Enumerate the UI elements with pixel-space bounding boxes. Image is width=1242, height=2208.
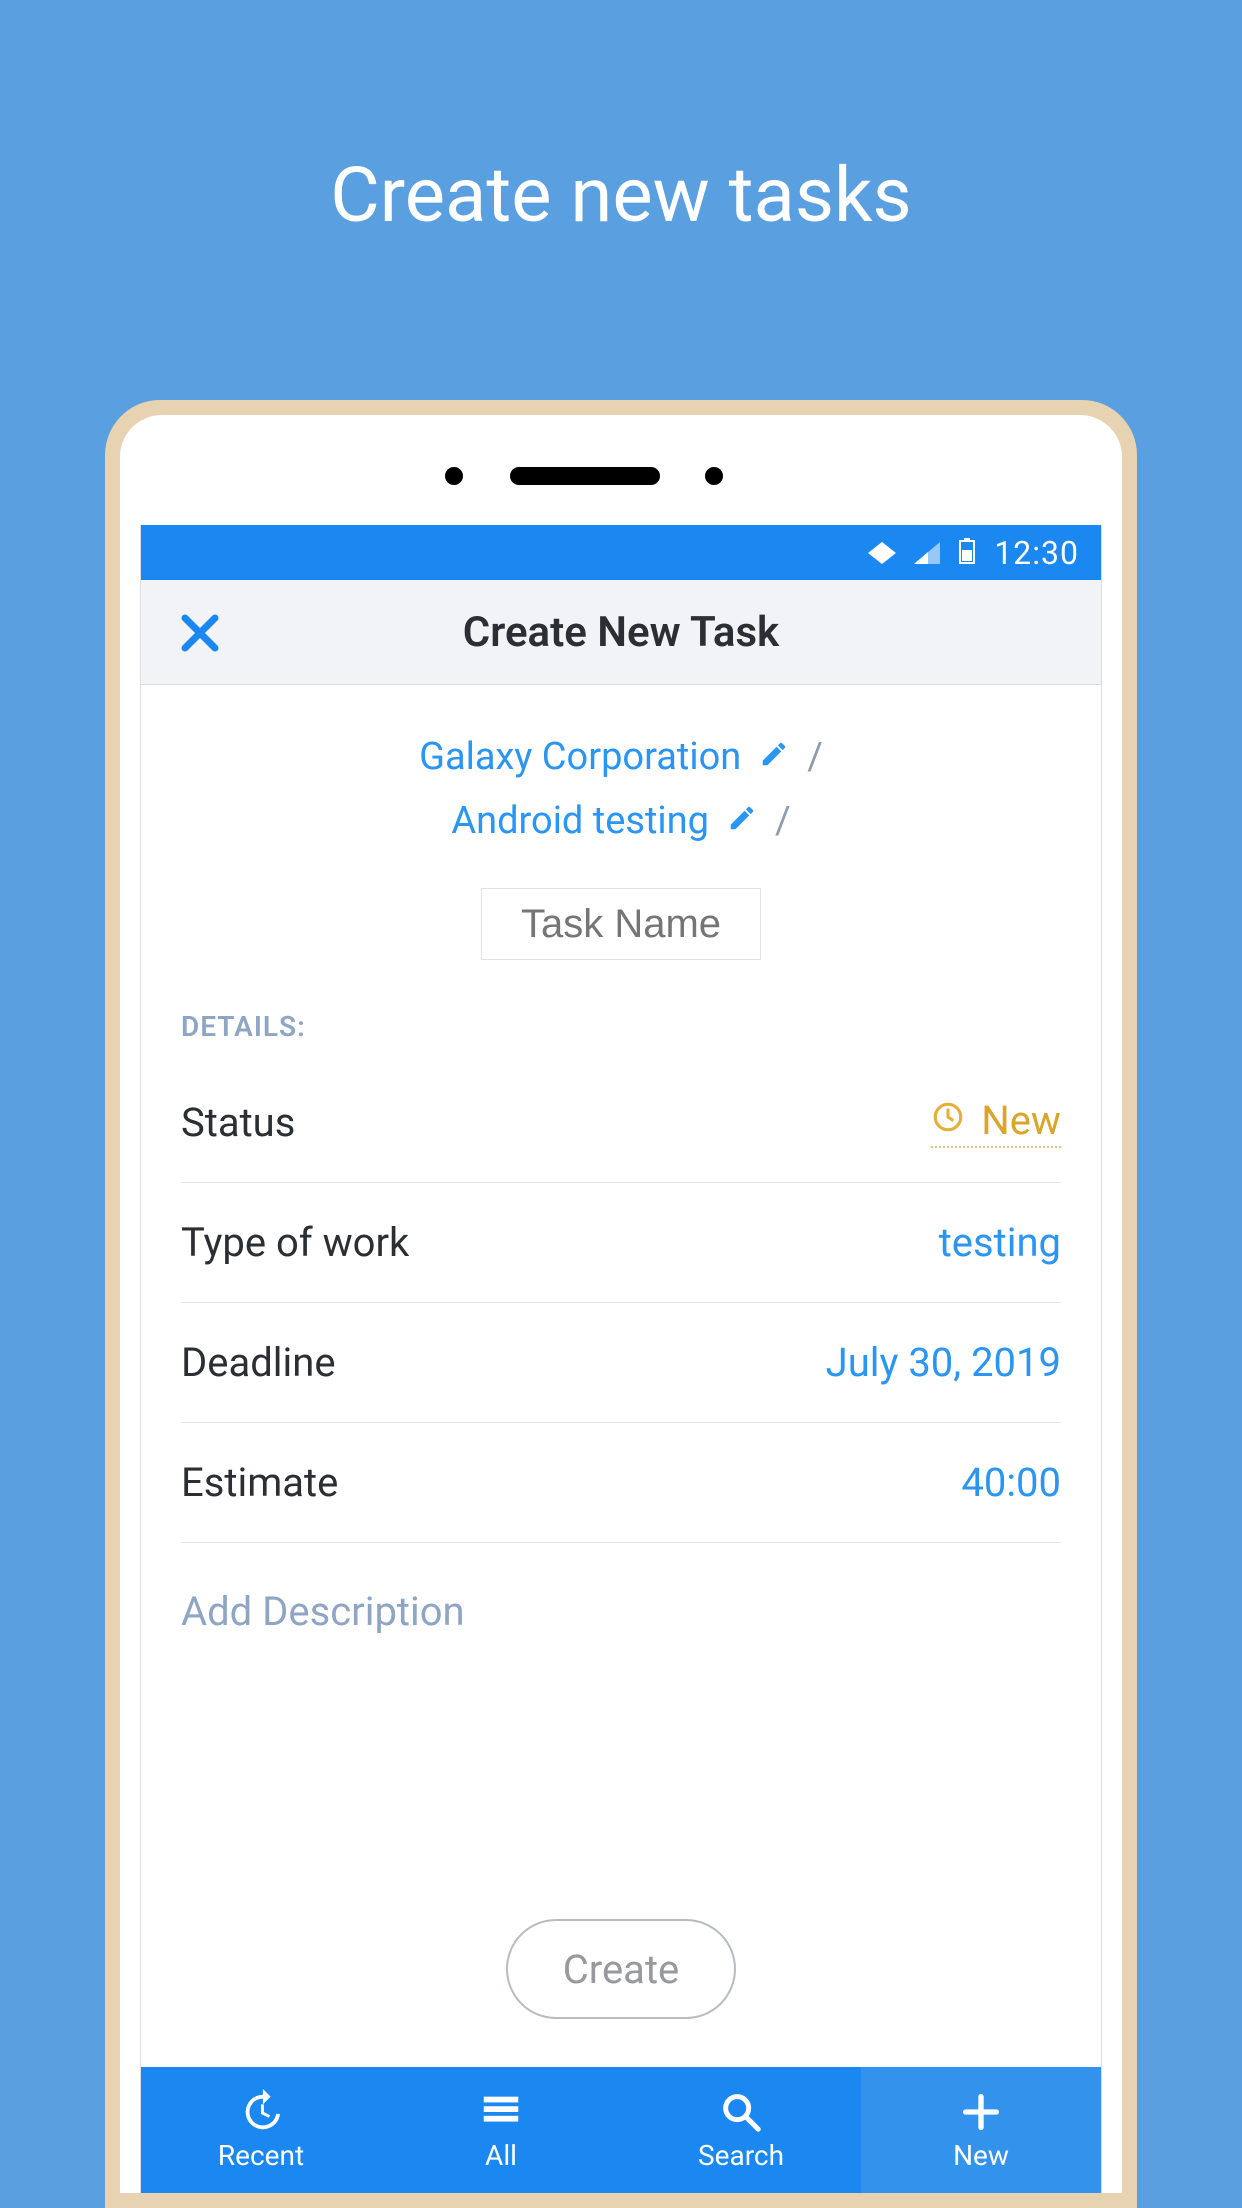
search-icon xyxy=(718,2089,764,2135)
phone-notch xyxy=(120,415,1122,525)
tab-new-label: New xyxy=(953,2139,1009,2172)
details-section-label: DETAILS: xyxy=(181,1010,1061,1043)
task-name-input[interactable] xyxy=(481,888,761,960)
tab-new[interactable]: New xyxy=(861,2067,1101,2193)
statusbar: 12:30 xyxy=(141,525,1101,580)
tab-all[interactable]: All xyxy=(381,2067,621,2193)
close-icon xyxy=(179,612,221,654)
screen: 12:30 Create New Task Galaxy Corporation xyxy=(140,525,1102,2193)
history-icon xyxy=(238,2089,284,2135)
close-button[interactable] xyxy=(179,612,221,658)
row-status-value: New xyxy=(981,1097,1061,1144)
breadcrumb-sep: / xyxy=(807,735,823,779)
row-estimate-value: 40:00 xyxy=(961,1459,1061,1506)
breadcrumb-org-label: Galaxy Corporation xyxy=(419,735,741,779)
phone-frame: 12:30 Create New Task Galaxy Corporation xyxy=(105,400,1137,2208)
tab-recent-label: Recent xyxy=(218,2139,304,2172)
row-deadline[interactable]: Deadline July 30, 2019 xyxy=(181,1303,1061,1423)
row-status[interactable]: Status New xyxy=(181,1063,1061,1183)
signal-icon xyxy=(914,534,940,572)
row-status-label: Status xyxy=(181,1099,295,1146)
row-type[interactable]: Type of work testing xyxy=(181,1183,1061,1303)
add-description[interactable]: Add Description xyxy=(181,1588,1061,1635)
pencil-icon xyxy=(727,799,757,843)
details-rows: Status New Type of work testing Deadline… xyxy=(181,1063,1061,1543)
app-header: Create New Task xyxy=(141,580,1101,685)
row-type-label: Type of work xyxy=(181,1219,409,1266)
bottom-nav: Recent All Search xyxy=(141,2067,1101,2193)
pencil-icon xyxy=(759,735,789,779)
breadcrumb-org[interactable]: Galaxy Corporation / xyxy=(419,735,823,779)
clock-icon xyxy=(931,1097,965,1144)
row-estimate-label: Estimate xyxy=(181,1459,338,1506)
plus-icon xyxy=(958,2089,1004,2135)
row-type-value: testing xyxy=(939,1219,1061,1266)
breadcrumb-project[interactable]: Android testing / xyxy=(451,799,790,843)
phone-inner: 12:30 Create New Task Galaxy Corporation xyxy=(120,415,1122,2193)
create-button-wrap: Create xyxy=(141,1635,1101,2067)
tab-all-label: All xyxy=(485,2139,517,2172)
tab-recent[interactable]: Recent xyxy=(141,2067,381,2193)
breadcrumb-stack: Galaxy Corporation / Android testing / xyxy=(141,735,1101,960)
tab-search[interactable]: Search xyxy=(621,2067,861,2193)
header-title: Create New Task xyxy=(463,608,779,657)
breadcrumb-sep: / xyxy=(775,799,791,843)
promo-title: Create new tasks xyxy=(0,150,1242,240)
statusbar-time: 12:30 xyxy=(994,534,1079,572)
create-button[interactable]: Create xyxy=(506,1919,736,2019)
row-deadline-label: Deadline xyxy=(181,1339,336,1386)
stack-icon xyxy=(478,2089,524,2135)
wifi-icon xyxy=(868,534,896,572)
row-deadline-value: July 30, 2019 xyxy=(826,1339,1061,1386)
tab-search-label: Search xyxy=(698,2139,784,2172)
breadcrumb-project-label: Android testing xyxy=(451,799,709,843)
row-estimate[interactable]: Estimate 40:00 xyxy=(181,1423,1061,1543)
battery-icon xyxy=(958,534,976,572)
